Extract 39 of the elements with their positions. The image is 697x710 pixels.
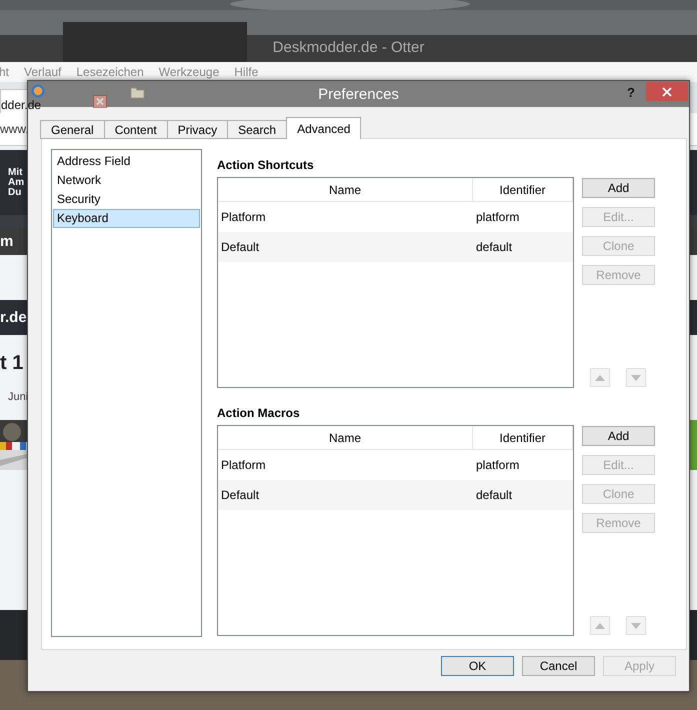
banner-text: Mit <box>8 168 22 178</box>
table-cell-text: default <box>475 239 514 256</box>
window-title: Deskmodder.de - Otter <box>272 39 426 56</box>
category-item[interactable]: Keyboard <box>53 209 200 228</box>
banner-text: Am <box>8 178 24 188</box>
category-item[interactable]: Network <box>53 171 200 190</box>
table-cell-text: default <box>475 487 514 504</box>
tab[interactable]: Search <box>227 120 288 139</box>
dialog-title: Preferences <box>318 86 399 102</box>
table-cell-text: Platform <box>220 209 267 226</box>
dialog-button[interactable]: Cancel <box>522 656 595 676</box>
table-cell-text: platform <box>475 457 520 474</box>
table-cell-text: Platform <box>220 457 267 474</box>
table-cell-text: platform <box>475 209 520 226</box>
column-header[interactable]: Name <box>218 178 473 201</box>
site-name: r.de <box>0 309 27 326</box>
table-cell-text: Default <box>220 487 260 504</box>
action-button[interactable]: Add <box>582 178 655 198</box>
dialog-button[interactable]: OK <box>441 656 514 676</box>
tab[interactable]: Content <box>104 120 168 139</box>
tab[interactable]: Privacy <box>166 120 228 139</box>
action-button[interactable]: Add <box>582 426 655 446</box>
category-item[interactable]: Address Field <box>53 152 200 171</box>
article-headline: t 1 <box>0 352 24 376</box>
section-title: Action Shortcuts <box>217 158 315 172</box>
tab[interactable]: General <box>40 120 105 139</box>
category-item[interactable]: Security <box>53 190 200 209</box>
tab[interactable]: Advanced <box>286 117 362 139</box>
help-button[interactable]: ? <box>627 85 635 100</box>
nav-item[interactable]: m <box>0 233 14 250</box>
section-title: Action Macros <box>217 406 301 420</box>
table-row[interactable]: Default default <box>218 232 573 262</box>
column-header[interactable]: Identifier <box>473 426 573 449</box>
column-header[interactable]: Identifier <box>473 178 573 201</box>
table-cell-text: Default <box>220 239 260 256</box>
banner-text: Du <box>8 188 22 198</box>
address-text: www. <box>0 122 29 136</box>
column-header[interactable]: Name <box>218 426 473 449</box>
table-row[interactable]: Default default <box>218 480 573 510</box>
